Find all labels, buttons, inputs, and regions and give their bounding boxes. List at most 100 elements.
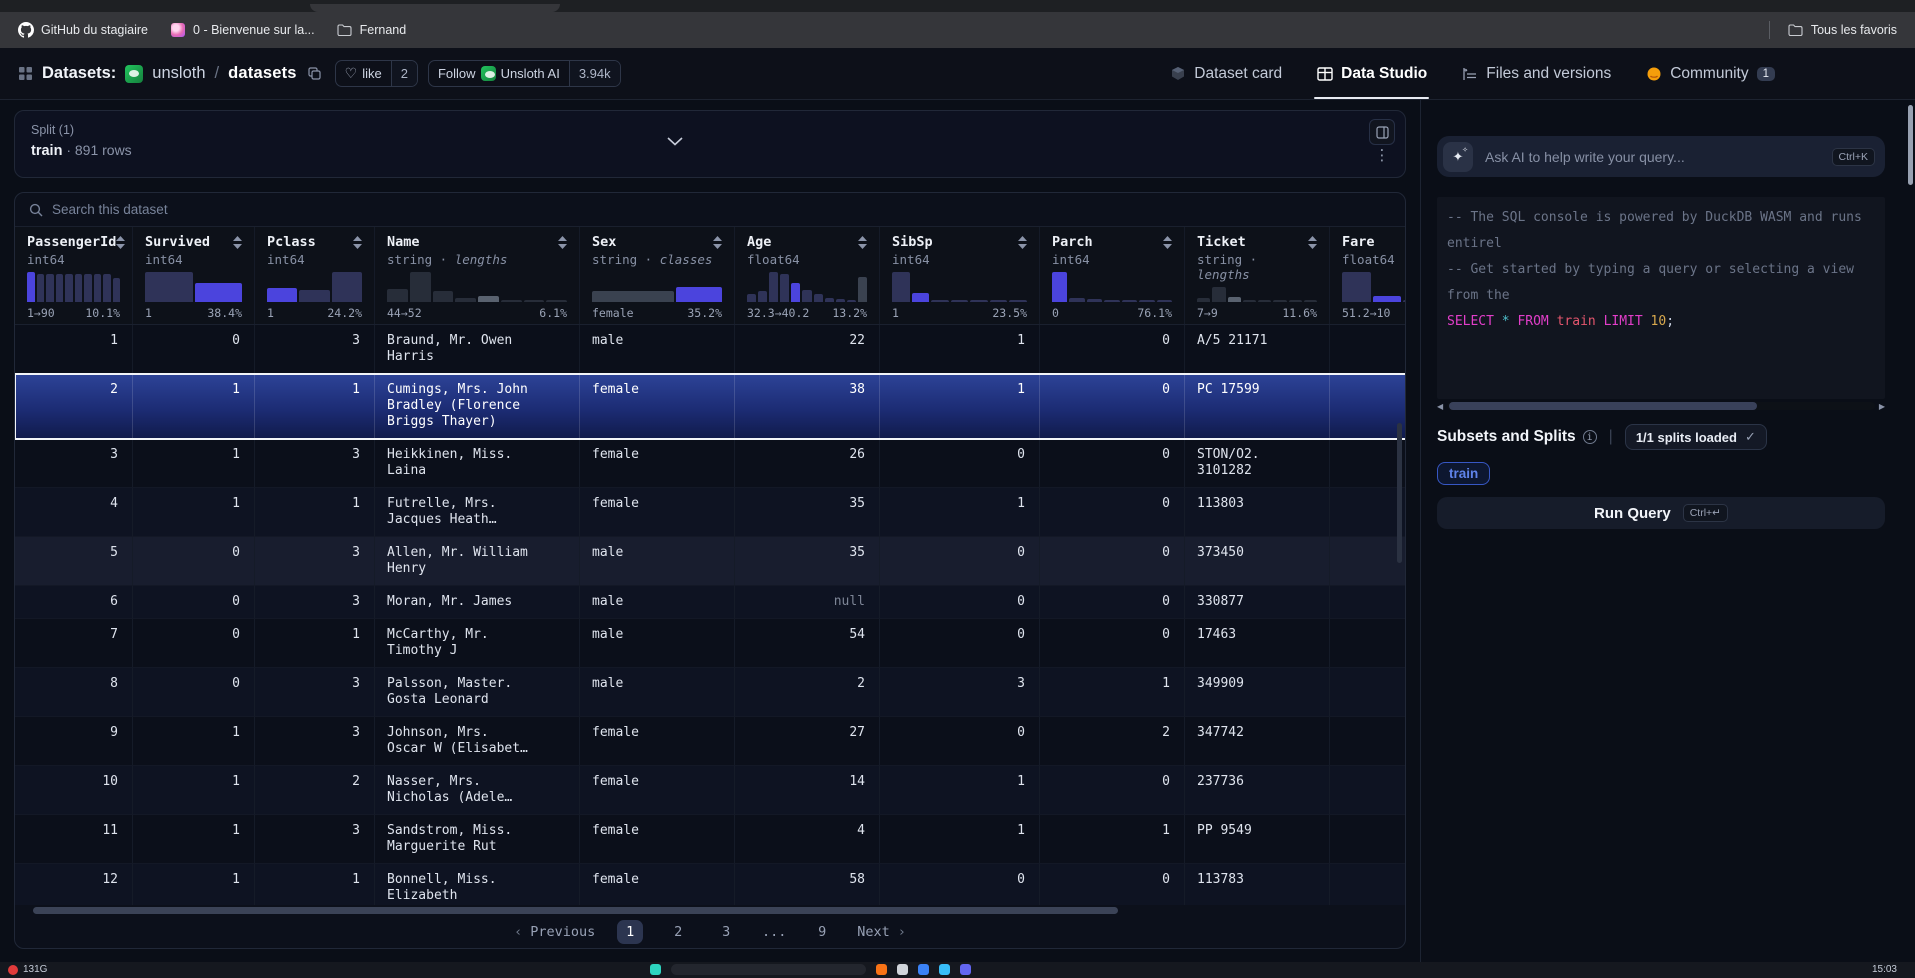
taskbar-app-icon[interactable] (960, 964, 971, 975)
sql-editor-scrollbar[interactable]: ◀ ▶ (1437, 400, 1885, 412)
previous-page-button[interactable]: ‹Previous (514, 924, 595, 940)
page-9[interactable]: 9 (809, 920, 835, 944)
column-header-Fare[interactable]: Farefloat6451.2→10 (1330, 227, 1405, 324)
dataset-search-bar[interactable] (15, 193, 1405, 227)
all-favorites-button[interactable]: Tous les favoris (1780, 18, 1905, 42)
horizontal-scrollbar[interactable] (15, 905, 1405, 915)
column-header-SibSp[interactable]: SibSpint64123.5% (880, 227, 1040, 324)
column-header-Sex[interactable]: Sexstring · classesfemale35.2% (580, 227, 735, 324)
split-selector[interactable]: Split (1) train · 891 rows ⋮ (14, 110, 1406, 178)
sort-icon[interactable] (233, 236, 242, 249)
tab-files-and-versions[interactable]: Files and versions (1459, 48, 1613, 99)
page-3[interactable]: 3 (713, 920, 739, 944)
column-histogram[interactable] (27, 272, 120, 302)
org-name-link[interactable]: unsloth (152, 64, 205, 83)
taskbar-app-icon[interactable] (918, 964, 929, 975)
page-scrollbar-thumb[interactable] (1908, 105, 1913, 185)
column-header-PassengerId[interactable]: PassengerIdint641→9010.1% (15, 227, 133, 324)
sort-icon[interactable] (858, 236, 867, 249)
table-row[interactable]: 603Moran, Mr. Jamesmalenull00330877 (15, 586, 1405, 619)
table-row[interactable]: 701McCarthy, Mr. Timothy Jmale540017463 (15, 619, 1405, 668)
table-row[interactable]: 411Futrelle, Mrs. Jacques Heath…female35… (15, 488, 1405, 537)
page-2[interactable]: 2 (665, 920, 691, 944)
follow-button[interactable]: FollowUnsloth AI 3.94k (428, 60, 621, 87)
cell-Sex: female (580, 374, 735, 439)
histogram-bar (1403, 300, 1405, 302)
column-histogram[interactable] (747, 272, 867, 302)
column-header-Ticket[interactable]: Ticketstring · lengths7→911.6% (1185, 227, 1330, 324)
histogram-bar (75, 274, 83, 302)
bookmark-item[interactable]: 0 - Bienvenue sur la... (162, 18, 323, 42)
follower-count[interactable]: 3.94k (569, 61, 620, 86)
bookmark-item[interactable]: Fernand (329, 18, 415, 42)
column-header-Pclass[interactable]: Pclassint64124.2% (255, 227, 375, 324)
column-histogram[interactable] (267, 272, 362, 302)
column-histogram[interactable] (145, 272, 242, 302)
tab-data-studio[interactable]: Data Studio (1314, 48, 1429, 99)
scroll-left-arrow-icon[interactable]: ◀ (1437, 402, 1443, 411)
sql-editor[interactable]: -- The SQL console is powered by DuckDB … (1437, 197, 1885, 399)
column-histogram[interactable] (1197, 287, 1317, 302)
tab-community[interactable]: Community1 (1643, 48, 1777, 99)
sql-scroll-track[interactable] (1447, 402, 1875, 410)
table-row[interactable]: 211Cumings, Mrs. John Bradley (Florence … (15, 374, 1405, 439)
table-row[interactable]: 1113Sandstrom, Miss. Marguerite Rutfemal… (15, 815, 1405, 864)
taskbar-app-icon[interactable] (897, 964, 908, 975)
sql-scroll-thumb[interactable] (1449, 402, 1757, 410)
column-histogram[interactable] (387, 272, 567, 302)
table-row[interactable]: 103Braund, Mr. Owen Harrismale2210A/5 21… (15, 325, 1405, 374)
splits-loaded-badge[interactable]: 1/1 splits loaded ✓ (1625, 424, 1767, 450)
column-header-Name[interactable]: Namestring · lengths44→526.1% (375, 227, 580, 324)
ask-ai-query-box[interactable]: ✦✧ Ctrl+K (1437, 136, 1885, 177)
taskbar-app-icon[interactable] (939, 964, 950, 975)
column-header-Survived[interactable]: Survivedint64138.4% (133, 227, 255, 324)
sort-icon[interactable] (713, 236, 722, 249)
sort-icon[interactable] (353, 236, 362, 249)
sort-icon[interactable] (1308, 236, 1317, 249)
train-split-chip[interactable]: train (1437, 462, 1490, 485)
table-row[interactable]: 913Johnson, Mrs. Oscar W (Elisabet…femal… (15, 717, 1405, 766)
table-row[interactable]: 503Allen, Mr. William Henrymale350037345… (15, 537, 1405, 586)
taskbar-app-icon[interactable] (876, 964, 887, 975)
repo-name-link[interactable]: datasets (228, 64, 297, 83)
taskbar-search-pill[interactable] (671, 964, 866, 975)
table-row[interactable]: 803Palsson, Master. Gosta Leonardmale231… (15, 668, 1405, 717)
horizontal-scrollbar-thumb[interactable] (33, 907, 1118, 914)
more-options-kebab-icon[interactable]: ⋮ (1375, 149, 1390, 163)
tab-label: Dataset card (1194, 65, 1282, 83)
info-icon[interactable]: i (1583, 430, 1597, 444)
ask-ai-input[interactable] (1485, 149, 1820, 165)
column-histogram[interactable] (1052, 272, 1172, 302)
unsloth-org-avatar[interactable] (125, 65, 143, 83)
sort-icon[interactable] (558, 236, 567, 249)
histogram-bar (27, 272, 35, 302)
copy-repo-name-icon[interactable] (308, 67, 321, 80)
search-input[interactable] (52, 202, 452, 217)
like-button[interactable]: ♡like 2 (335, 60, 418, 87)
taskbar-notification-icon[interactable] (8, 965, 18, 975)
tab-dataset-card[interactable]: Dataset card (1167, 48, 1284, 99)
like-count[interactable]: 2 (391, 61, 417, 86)
sort-icon[interactable] (1018, 236, 1027, 249)
column-histogram[interactable] (1342, 272, 1405, 302)
scroll-right-arrow-icon[interactable]: ▶ (1879, 402, 1885, 411)
vertical-scrollbar-thumb[interactable] (1397, 423, 1402, 563)
taskbar-app-icon[interactable] (650, 964, 661, 975)
ctrl-k-shortcut-badge: Ctrl+K (1832, 148, 1875, 166)
sort-icon[interactable] (1163, 236, 1172, 249)
column-histogram[interactable] (592, 272, 722, 302)
table-row[interactable]: 1211Bonnell, Miss. Elizabethfemale580011… (15, 864, 1405, 905)
column-histogram[interactable] (892, 272, 1027, 302)
chevron-down-icon[interactable] (667, 137, 683, 146)
sort-icon[interactable] (116, 236, 125, 249)
bookmark-item[interactable]: GitHub du stagiaire (10, 18, 156, 42)
toggle-panel-button[interactable] (1369, 119, 1395, 145)
next-page-button[interactable]: Next› (857, 924, 906, 940)
table-row[interactable]: 1012Nasser, Mrs. Nicholas (Adele…female1… (15, 766, 1405, 815)
column-header-Age[interactable]: Agefloat6432.3→40.213.2% (735, 227, 880, 324)
page-1[interactable]: 1 (617, 920, 643, 944)
run-query-button[interactable]: Run Query Ctrl+↵ (1437, 497, 1885, 529)
stat-percent: 23.5% (992, 306, 1027, 320)
column-header-Parch[interactable]: Parchint64076.1% (1040, 227, 1185, 324)
table-row[interactable]: 313Heikkinen, Miss. Lainafemale2600STON/… (15, 439, 1405, 488)
